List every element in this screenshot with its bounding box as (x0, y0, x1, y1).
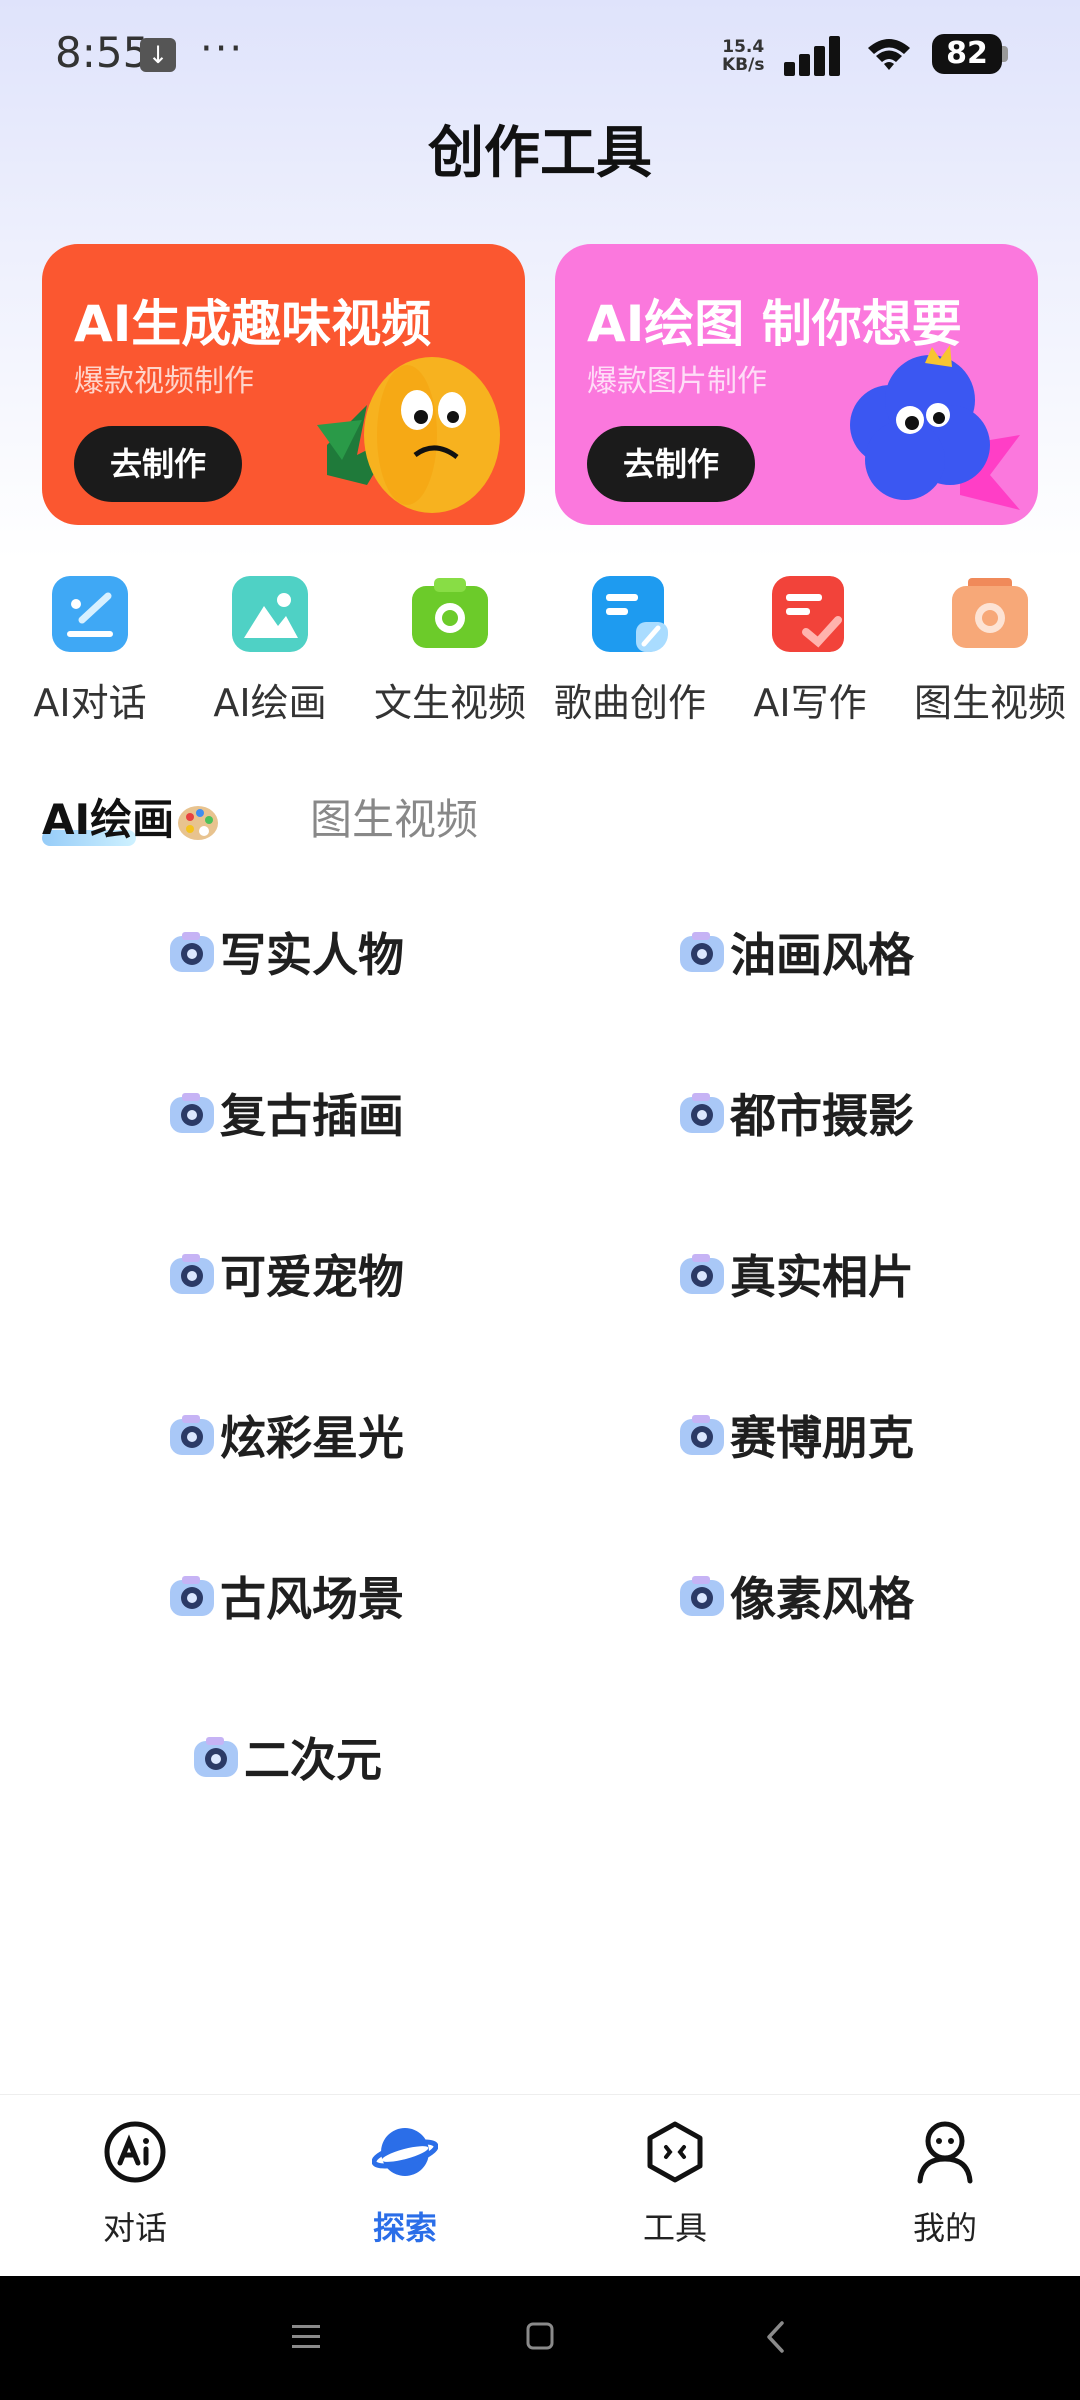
style-label: 复古插画 (220, 1089, 404, 1143)
tool-label: 图生视频 (913, 681, 1066, 725)
camera-icon (680, 1415, 724, 1455)
camera-icon (412, 578, 488, 648)
note-edit-icon (592, 576, 668, 652)
style-item[interactable]: 写实人物 (168, 912, 404, 992)
tool-text-to-video[interactable]: 文生视频 (360, 576, 540, 727)
tool-label: AI对话 (33, 681, 147, 725)
status-time: 8:55 (55, 28, 150, 77)
banner-subtitle: 爆款视频制作 (74, 364, 254, 399)
menu-icon[interactable] (290, 2322, 322, 2352)
camera-icon (680, 1254, 724, 1294)
style-label: 像素风格 (730, 1572, 914, 1626)
signal-icon (784, 36, 844, 76)
style-item[interactable]: 可爱宠物 (168, 1234, 404, 1314)
cloud-mascot-icon (850, 345, 1020, 510)
chat-pen-icon (52, 576, 128, 652)
style-item[interactable]: 复古插画 (168, 1073, 404, 1153)
style-label: 古风场景 (220, 1572, 404, 1626)
tool-label: AI绘画 (213, 681, 327, 725)
status-bar: 8:55 ↓ ··· 15.4 KB/s 82 (0, 0, 1080, 110)
tool-label: 文生视频 (373, 681, 526, 725)
wifi-icon (868, 39, 910, 70)
camera-icon (680, 932, 724, 972)
tab-label: AI绘画 (42, 795, 175, 844)
style-label: 炫彩星光 (220, 1411, 404, 1465)
planet-explore-icon (371, 2128, 439, 2176)
more-dots-icon: ··· (200, 26, 245, 72)
tool-label: 歌曲创作 (553, 681, 706, 725)
camera-icon (194, 1737, 238, 1777)
camera-icon (170, 932, 214, 972)
style-label: 赛博朋克 (730, 1411, 914, 1465)
style-item[interactable]: 真实相片 (678, 1234, 914, 1314)
camera-icon (170, 1254, 214, 1294)
camera-icon (680, 1576, 724, 1616)
pepper-mascot-icon (317, 357, 500, 513)
style-label: 真实相片 (730, 1250, 914, 1304)
back-icon[interactable] (764, 2320, 786, 2354)
nav-label: 工具 (642, 2209, 707, 2247)
tool-ai-chat[interactable]: AI对话 (0, 576, 180, 727)
camera-icon (170, 1093, 214, 1133)
download-icon: ↓ (140, 38, 176, 72)
nav-item-explore[interactable]: 探索 (305, 2119, 505, 2249)
landscape-image-icon (232, 576, 308, 652)
palette-icon (178, 805, 219, 840)
tab-ai-painting[interactable]: AI绘画 (42, 786, 220, 847)
banner-ai-video[interactable]: AI生成趣味视频 爆款视频制作 去制作 (42, 244, 525, 525)
battery-tip (1002, 46, 1008, 62)
profile-icon (917, 2121, 973, 2184)
nav-item-tools[interactable]: 工具 (575, 2119, 775, 2249)
nav-item-profile[interactable]: 我的 (845, 2119, 1045, 2249)
style-label: 可爱宠物 (220, 1250, 404, 1304)
battery-icon: 82 (932, 34, 1002, 74)
tool-ai-writing[interactable]: AI写作 (720, 576, 900, 727)
nav-label: 对话 (102, 2209, 167, 2247)
style-label: 油画风格 (730, 928, 914, 982)
style-item[interactable]: 都市摄影 (678, 1073, 914, 1153)
style-item[interactable]: 二次元 (192, 1717, 382, 1797)
camera-icon (170, 1576, 214, 1616)
nav-item-chat[interactable]: 对话 (35, 2119, 235, 2249)
network-speed-value: 15.4 (722, 37, 765, 57)
photo-camera-icon (952, 578, 1028, 648)
tool-label: AI写作 (753, 681, 867, 725)
page-title: 创作工具 (428, 121, 652, 186)
bottom-nav: 对话 探索 工具 我的 (0, 2094, 1080, 2277)
camera-icon (170, 1415, 214, 1455)
nav-label: 探索 (372, 2209, 437, 2247)
network-speed: 15.4 KB/s (722, 38, 764, 74)
ai-chat-icon (104, 2121, 166, 2183)
banner-ai-drawing[interactable]: AI绘图 制你想要 爆款图片制作 去制作 (555, 244, 1038, 525)
style-item[interactable]: 古风场景 (168, 1556, 404, 1636)
tool-image-to-video[interactable]: 图生视频 (900, 576, 1080, 727)
style-label: 都市摄影 (730, 1089, 914, 1143)
style-item[interactable]: 赛博朋克 (678, 1395, 914, 1475)
camera-icon (680, 1093, 724, 1133)
style-item[interactable]: 油画风格 (678, 912, 914, 992)
style-label: 写实人物 (220, 928, 404, 982)
go-create-button[interactable]: 去制作 (74, 426, 242, 502)
document-check-icon (772, 576, 844, 652)
nav-label: 我的 (912, 2209, 977, 2247)
tool-ai-painting[interactable]: AI绘画 (180, 576, 360, 727)
style-item[interactable]: 像素风格 (678, 1556, 914, 1636)
go-create-button[interactable]: 去制作 (587, 426, 755, 502)
home-icon[interactable] (525, 2321, 555, 2351)
system-nav-bar (0, 2276, 1080, 2400)
tool-song-creation[interactable]: 歌曲创作 (540, 576, 720, 727)
banner-subtitle: 爆款图片制作 (587, 364, 767, 399)
style-item[interactable]: 炫彩星光 (168, 1395, 404, 1475)
style-label: 二次元 (244, 1733, 382, 1787)
hexagon-tool-icon (647, 2121, 703, 2183)
network-speed-unit: KB/s (722, 55, 765, 75)
tab-image-to-video[interactable]: 图生视频 (310, 786, 478, 847)
